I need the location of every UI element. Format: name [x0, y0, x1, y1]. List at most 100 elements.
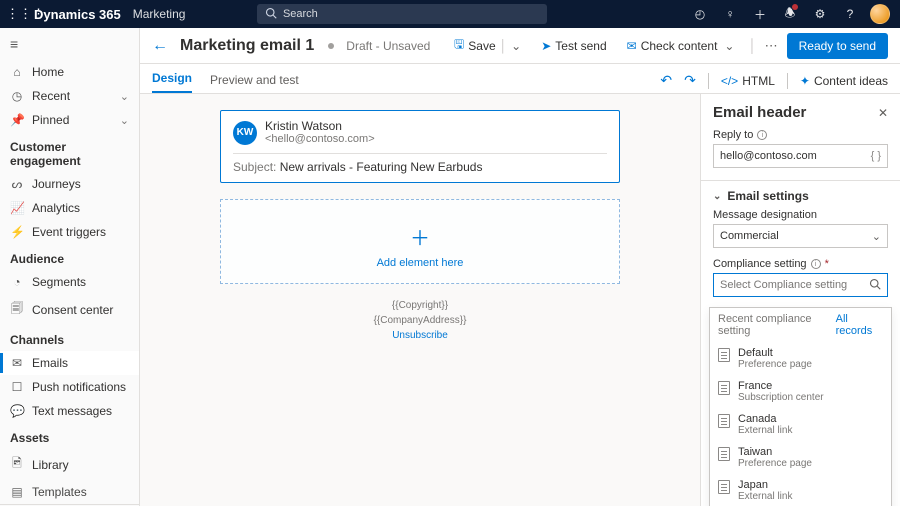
overflow-button[interactable]: ⋯	[765, 38, 779, 54]
back-button[interactable]: ←	[152, 37, 168, 55]
tab-preview[interactable]: Preview and test	[210, 73, 299, 93]
notifications-icon[interactable]: 🕭	[780, 4, 800, 25]
reply-to-label: Reply toi	[713, 129, 888, 141]
group-audience: Audience	[0, 244, 139, 270]
nav-analytics[interactable]: 📈 Analytics	[0, 196, 139, 220]
add-icon[interactable]: ＋	[750, 6, 770, 23]
home-icon: ⌂	[10, 65, 24, 79]
compliance-placeholder: Select Compliance setting	[720, 279, 847, 291]
nav-text[interactable]: 💬Text messages	[0, 399, 139, 423]
html-toggle[interactable]: </>HTML	[721, 74, 775, 88]
html-label: HTML	[742, 74, 775, 88]
consent-icon: 🗐	[10, 299, 24, 320]
dd-item[interactable]: JapanExternal link	[710, 474, 891, 506]
ready-to-send-button[interactable]: Ready to send	[787, 33, 888, 59]
dd-item[interactable]: TaiwanPreference page	[710, 441, 891, 474]
document-icon	[718, 381, 730, 395]
global-search-input[interactable]: Search	[257, 4, 547, 24]
message-designation-select[interactable]: Commercial	[713, 224, 888, 248]
plus-icon: ＋	[410, 222, 430, 251]
save-button[interactable]: 🖫Save │ ⌄	[448, 31, 527, 60]
push-icon: ☐	[10, 380, 24, 394]
insights-icon[interactable]: ◴	[690, 7, 710, 21]
dd-item[interactable]: DefaultPreference page	[710, 342, 891, 375]
email-settings-section[interactable]: ⌄ Email settings	[701, 180, 900, 207]
search-placeholder: Search	[283, 8, 318, 20]
ph-company-address: {{CompanyAddress}}	[374, 313, 467, 328]
unsubscribe-link[interactable]: Unsubscribe	[374, 328, 467, 343]
dd-item[interactable]: FranceSubscription center	[710, 375, 891, 408]
pane-title: Email header	[713, 104, 878, 121]
brand-label: Dynamics 365	[34, 7, 121, 22]
dd-item-title: Default	[738, 347, 812, 359]
document-icon	[718, 447, 730, 461]
app-launcher-icon[interactable]: ⋮⋮⋮	[6, 6, 28, 22]
chevron-down-icon[interactable]: ⌄	[511, 39, 521, 53]
undo-button[interactable]: ↶	[660, 72, 672, 89]
email-header-block[interactable]: KW Kristin Watson <hello@contoso.com> Su…	[220, 110, 620, 183]
group-channels: Channels	[0, 325, 139, 351]
nav-recent-label: Recent	[32, 89, 70, 103]
info-icon[interactable]: i	[757, 130, 767, 140]
nav-emails[interactable]: ✉Emails	[0, 351, 139, 375]
nav-pinned[interactable]: 📌Pinned⌄	[0, 108, 139, 132]
library-icon: 🖻	[10, 454, 24, 475]
content-ideas-button[interactable]: ✦Content ideas	[800, 74, 888, 88]
hamburger-icon[interactable]: ≡	[0, 28, 139, 60]
nav-recent[interactable]: ◷Recent⌄	[0, 84, 139, 108]
dd-item-subtitle: External link	[738, 425, 792, 436]
nav-library-label: Library	[32, 458, 69, 472]
dd-item-title: France	[738, 380, 824, 392]
nav-analytics-label: Analytics	[32, 201, 80, 215]
divider	[787, 73, 788, 89]
design-canvas: KW Kristin Watson <hello@contoso.com> Su…	[140, 94, 700, 506]
nav-consent-center-label: Consent center	[32, 303, 113, 317]
lightbulb-icon[interactable]: ♀	[720, 7, 740, 21]
tab-design[interactable]: Design	[152, 71, 192, 93]
ideas-icon: ✦	[800, 74, 810, 88]
info-icon[interactable]: i	[811, 259, 821, 269]
module-label: Marketing	[133, 7, 186, 21]
dd-item[interactable]: CanadaExternal link	[710, 408, 891, 441]
journeys-icon: ᔕ	[10, 177, 24, 191]
left-nav: ≡ ⌂Home ◷Recent⌄ 📌Pinned⌄ Customer engag…	[0, 28, 140, 506]
nav-segments[interactable]: ◔Segments	[0, 270, 139, 294]
pin-icon: 📌	[10, 113, 24, 127]
compliance-setting-lookup[interactable]: Select Compliance setting	[713, 273, 888, 297]
analytics-icon: 📈	[10, 201, 24, 215]
redo-button[interactable]: ↷	[684, 72, 696, 89]
save-label: Save	[468, 39, 495, 53]
nav-library[interactable]: 🖻 Library	[0, 449, 139, 480]
gear-icon[interactable]: ⚙	[810, 7, 830, 21]
dd-item-subtitle: Preference page	[738, 359, 812, 370]
nav-journeys[interactable]: ᔕJourneys	[0, 172, 139, 196]
email-footer-placeholders: {{Copyright}} {{CompanyAddress}} Unsubsc…	[374, 298, 467, 343]
nav-event-triggers[interactable]: ⚡Event triggers	[0, 220, 139, 244]
nav-home[interactable]: ⌂Home	[0, 60, 139, 84]
subject-line[interactable]: Subject: New arrivals - Featuring New Ea…	[233, 153, 607, 174]
subject-label: Subject:	[233, 160, 276, 174]
dd-all-records-link[interactable]: All records	[836, 313, 883, 337]
check-content-button[interactable]: ✉Check content⌄	[621, 35, 741, 57]
divider: │	[748, 38, 756, 53]
add-element-dropzone[interactable]: ＋ Add element here	[220, 199, 620, 284]
help-icon[interactable]: ?	[840, 7, 860, 21]
nav-segments-label: Segments	[32, 275, 86, 289]
nav-push[interactable]: ☐ Push notifications	[0, 375, 139, 399]
user-avatar[interactable]	[870, 4, 890, 24]
message-designation-value: Commercial	[720, 230, 779, 242]
save-icon: 🖫	[454, 35, 464, 56]
reply-to-input[interactable]: hello@contoso.com { }	[713, 144, 888, 168]
personalization-icon[interactable]: { }	[871, 150, 881, 162]
nav-templates[interactable]: ▤Templates	[0, 480, 139, 504]
nav-pinned-label: Pinned	[32, 113, 69, 127]
nav-text-label: Text messages	[32, 404, 112, 418]
close-pane-button[interactable]: ✕	[878, 106, 888, 120]
search-icon[interactable]	[869, 278, 881, 293]
chevron-down-icon[interactable]: ⌄	[724, 39, 734, 53]
message-designation-label: Message designation	[713, 209, 888, 221]
test-send-button[interactable]: ➤Test send	[535, 35, 612, 57]
clock-icon: ◷	[10, 89, 24, 103]
nav-push-label: Push notifications	[32, 380, 126, 394]
nav-consent-center[interactable]: 🗐 Consent center	[0, 294, 139, 325]
